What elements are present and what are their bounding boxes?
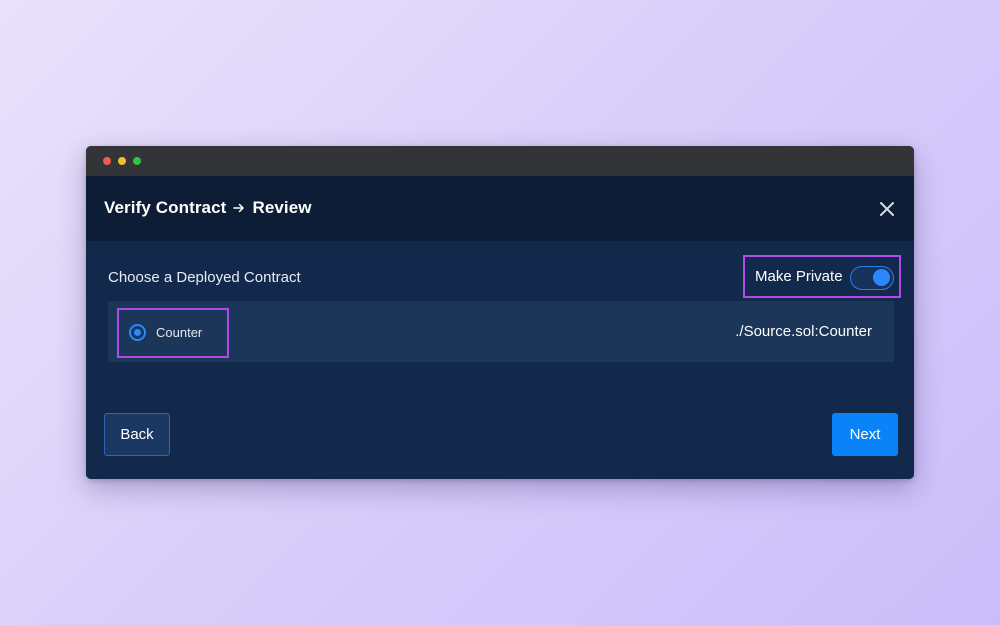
- radio-button[interactable]: [129, 324, 146, 341]
- contract-list-item[interactable]: Counter ./Source.sol:Counter: [108, 301, 894, 362]
- dialog-title: Verify Contract Review: [104, 198, 312, 218]
- back-button[interactable]: Back: [104, 413, 170, 456]
- verify-contract-dialog: Verify Contract Review Choose a Deployed…: [86, 146, 914, 479]
- radio-selected-dot: [134, 329, 141, 336]
- section-label: Choose a Deployed Contract: [108, 269, 301, 286]
- window-maximize-dot[interactable]: [133, 157, 141, 165]
- dialog-header: Verify Contract Review: [86, 176, 914, 241]
- contract-path: ./Source.sol:Counter: [735, 323, 872, 340]
- dialog-body: Choose a Deployed Contract Make Private …: [86, 241, 914, 479]
- make-private-toggle[interactable]: [850, 266, 894, 290]
- next-button[interactable]: Next: [832, 413, 898, 456]
- dialog-step-text: Review: [252, 198, 312, 217]
- window-minimize-dot[interactable]: [118, 157, 126, 165]
- dialog-title-text: Verify Contract: [104, 198, 227, 217]
- make-private-label: Make Private: [755, 268, 843, 285]
- window-titlebar: [86, 146, 914, 176]
- contract-name: Counter: [156, 325, 203, 340]
- make-private-control: Make Private: [743, 255, 901, 298]
- close-icon[interactable]: [879, 201, 895, 217]
- toggle-knob: [873, 269, 890, 286]
- arrow-right-icon: [233, 203, 245, 213]
- contract-radio-option[interactable]: Counter: [117, 308, 229, 358]
- window-close-dot[interactable]: [103, 157, 111, 165]
